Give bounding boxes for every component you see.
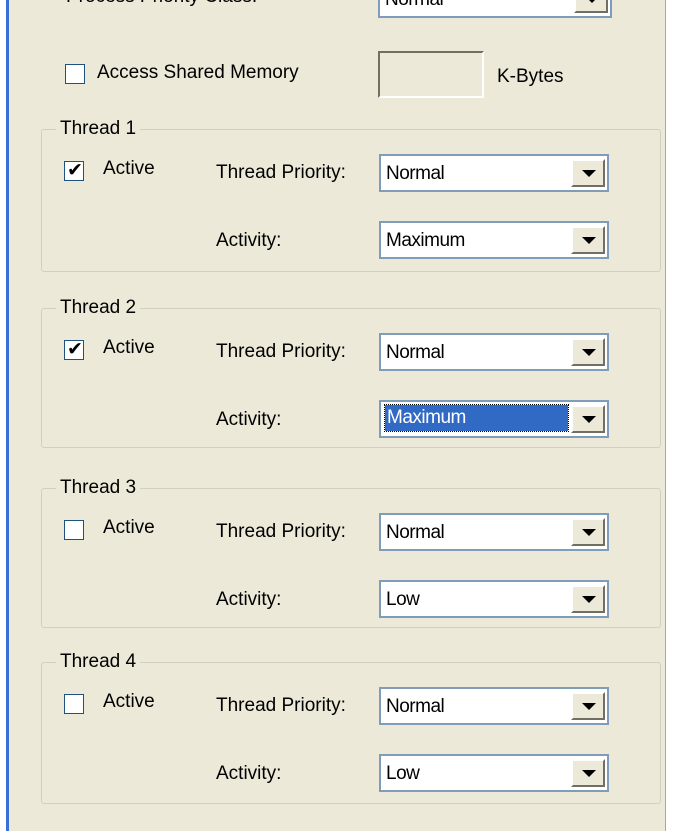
thread-active-label: Active — [103, 517, 155, 538]
process-priority-value: Normal — [385, 0, 444, 11]
thread-activity-dropdown-button[interactable] — [571, 226, 605, 254]
thread-activity-value: Low — [386, 589, 420, 610]
shared-memory-size-field[interactable] — [378, 51, 484, 98]
kbytes-unit-label: K-Bytes — [497, 66, 564, 87]
thread-active-label: Active — [103, 158, 155, 179]
thread-activity-select[interactable]: Low — [379, 580, 609, 618]
dialog-window: Process Priority Class: Normal Access Sh… — [0, 0, 679, 831]
thread-priority-select[interactable]: Normal — [379, 687, 609, 725]
checkmark-icon: ✔ — [67, 159, 83, 181]
thread-priority-value: Normal — [386, 522, 445, 543]
thread-priority-value: Normal — [386, 696, 445, 717]
thread-activity-select[interactable]: Maximum — [379, 221, 609, 259]
process-priority-label: Process Priority Class: — [66, 0, 257, 8]
process-priority-dropdown-button[interactable] — [574, 0, 608, 13]
thread-priority-dropdown-button[interactable] — [571, 692, 605, 720]
thread-priority-select[interactable]: Normal — [379, 513, 609, 551]
thread-group-2: Thread 2 ✔ Active Thread Priority: Norma… — [41, 296, 661, 448]
thread-priority-label: Thread Priority: — [216, 695, 346, 716]
chevron-down-icon — [582, 416, 596, 423]
thread-group-title: Thread 4 — [56, 650, 141, 674]
thread-active-label: Active — [103, 691, 155, 712]
thread-group-title: Thread 2 — [56, 296, 141, 320]
thread-activity-value: Maximum — [386, 230, 465, 251]
thread-group-title: Thread 1 — [56, 117, 141, 141]
thread-activity-label: Activity: — [216, 763, 282, 784]
access-shared-memory-label: Access Shared Memory — [97, 62, 299, 83]
chevron-down-icon — [582, 703, 596, 710]
thread-priority-value: Normal — [386, 342, 445, 363]
checkmark-icon: ✔ — [67, 338, 83, 360]
thread-priority-select[interactable]: Normal — [379, 154, 609, 192]
thread-group-3: Thread 3 Active Thread Priority: Normal … — [41, 476, 661, 628]
thread-group-4: Thread 4 Active Thread Priority: Normal … — [41, 650, 661, 804]
chevron-down-icon — [582, 349, 596, 356]
thread-activity-label: Activity: — [216, 589, 282, 610]
thread-activity-dropdown-button[interactable] — [571, 405, 605, 433]
thread-activity-label: Activity: — [216, 409, 282, 430]
chevron-down-icon — [585, 0, 599, 3]
chevron-down-icon — [582, 770, 596, 777]
thread-priority-label: Thread Priority: — [216, 341, 346, 362]
chevron-down-icon — [582, 237, 596, 244]
thread-active-checkbox[interactable] — [64, 520, 84, 540]
thread-activity-dropdown-button[interactable] — [571, 759, 605, 787]
chevron-down-icon — [582, 596, 596, 603]
thread-active-checkbox[interactable]: ✔ — [64, 338, 84, 360]
thread-active-checkbox[interactable] — [64, 694, 84, 714]
thread-activity-value: Maximum — [384, 404, 569, 432]
thread-activity-dropdown-button[interactable] — [571, 585, 605, 613]
thread-priority-value: Normal — [386, 163, 445, 184]
thread-group-1: Thread 1 ✔ Active Thread Priority: Norma… — [41, 117, 661, 272]
thread-priority-dropdown-button[interactable] — [571, 338, 605, 366]
thread-activity-select[interactable]: Low — [379, 754, 609, 792]
chevron-down-icon — [582, 170, 596, 177]
thread-activity-value: Low — [386, 763, 420, 784]
thread-activity-label: Activity: — [216, 230, 282, 251]
thread-group-title: Thread 3 — [56, 476, 141, 500]
thread-priority-dropdown-button[interactable] — [571, 159, 605, 187]
window-left-border — [0, 0, 9, 831]
process-priority-select[interactable]: Normal — [378, 0, 612, 18]
window-right-border — [665, 0, 679, 831]
thread-priority-dropdown-button[interactable] — [571, 518, 605, 546]
thread-activity-select[interactable]: Maximum — [379, 400, 609, 438]
thread-active-checkbox[interactable]: ✔ — [64, 159, 84, 181]
chevron-down-icon — [582, 529, 596, 536]
thread-priority-label: Thread Priority: — [216, 162, 346, 183]
thread-active-label: Active — [103, 337, 155, 358]
thread-priority-select[interactable]: Normal — [379, 333, 609, 371]
thread-priority-label: Thread Priority: — [216, 521, 346, 542]
access-shared-memory-checkbox[interactable] — [65, 64, 85, 84]
